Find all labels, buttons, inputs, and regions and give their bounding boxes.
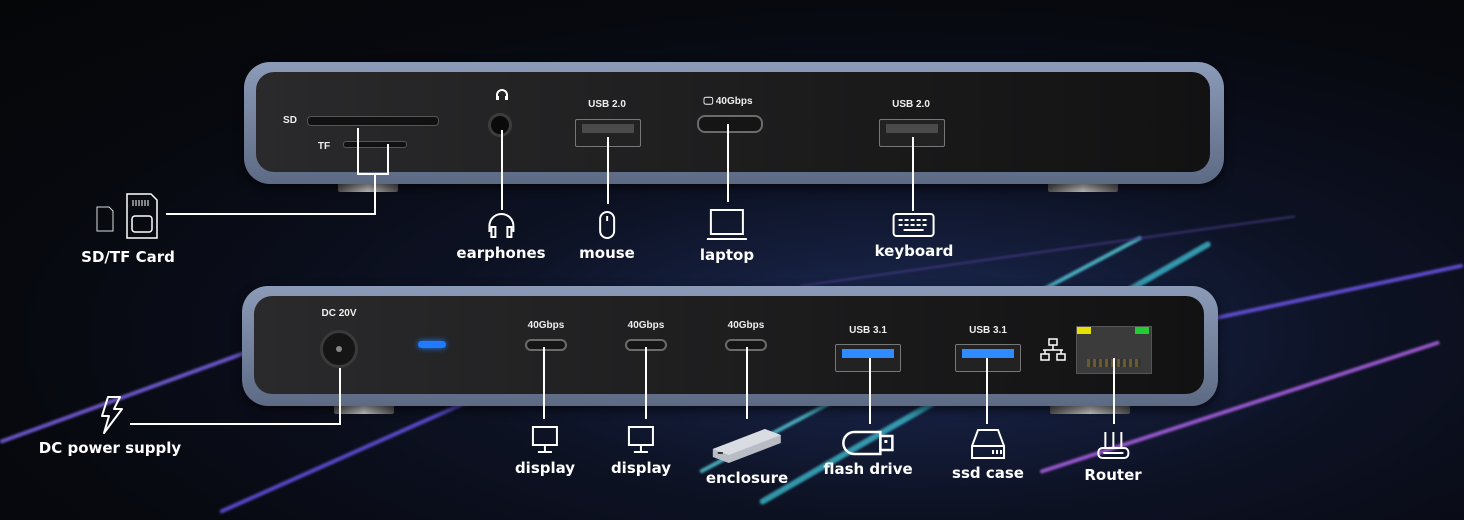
dc-power-device xyxy=(96,395,126,439)
connector-line xyxy=(746,347,748,419)
connector-line xyxy=(912,137,914,211)
ssd-icon xyxy=(971,429,1005,459)
usb-c-label: 40Gbps xyxy=(527,320,565,331)
connector-line xyxy=(387,144,389,174)
sdtf-card-caption-wrap: SD/TF Card xyxy=(81,248,175,266)
display-label: display xyxy=(610,459,672,477)
display-device-2: display xyxy=(611,425,671,477)
connector-line xyxy=(339,368,341,424)
earphones-device: earphones xyxy=(456,212,546,262)
ssd-case-device: ssd case xyxy=(952,428,1024,482)
network-icon xyxy=(1040,338,1066,361)
usb-c-port-top[interactable] xyxy=(697,115,763,133)
connector-line xyxy=(357,128,359,174)
keyboard-device: keyboard xyxy=(874,212,954,260)
router-device: Router xyxy=(1084,430,1142,484)
mouse-icon xyxy=(599,211,615,239)
connector-line xyxy=(1113,358,1115,424)
ethernet-led-green xyxy=(1135,327,1149,334)
connector-line xyxy=(869,358,871,424)
usb-3-port-1[interactable] xyxy=(835,344,901,372)
flash-drive-label: flash drive xyxy=(823,460,913,478)
tf-slot[interactable] xyxy=(343,141,407,148)
monitor-icon xyxy=(532,426,558,453)
usb-3-port-2[interactable] xyxy=(955,344,1021,372)
flash-drive-icon xyxy=(841,430,894,456)
ssd-case-label: ssd case xyxy=(952,464,1024,482)
mouse-label: mouse xyxy=(579,244,635,262)
thunderbolt-label: 🖵 40Gbps xyxy=(703,96,752,107)
connector-line xyxy=(645,347,647,419)
sd-card-icon xyxy=(96,193,158,239)
flash-drive-device: flash drive xyxy=(823,430,913,478)
connector-line xyxy=(166,213,376,215)
enclosure-device: enclosure xyxy=(706,425,788,487)
sdtf-card-device xyxy=(92,192,172,246)
keyboard-icon xyxy=(892,213,935,237)
connector-line xyxy=(607,137,609,204)
enclosure-label: enclosure xyxy=(705,469,789,487)
connector-line xyxy=(374,174,376,214)
laptop-device: laptop xyxy=(700,208,754,264)
headset-icon xyxy=(496,89,508,100)
power-led xyxy=(418,341,446,348)
usb-2-label: USB 2.0 xyxy=(588,99,626,110)
monitor-icon xyxy=(628,426,654,453)
display-device-1: display xyxy=(515,425,575,477)
tf-label: TF xyxy=(317,141,331,152)
connector-line xyxy=(130,423,341,425)
connector-line xyxy=(357,173,389,175)
sd-label: SD xyxy=(283,115,297,126)
earphones-label: earphones xyxy=(456,244,546,262)
laptop-icon xyxy=(707,209,747,240)
usb-2-label: USB 2.0 xyxy=(892,99,930,110)
router-icon xyxy=(1097,432,1129,459)
enclosure-icon xyxy=(713,429,781,463)
laptop-label: laptop xyxy=(699,246,755,264)
audio-jack[interactable] xyxy=(488,113,512,137)
dc-power-label: DC power supply xyxy=(38,439,182,457)
sd-slot[interactable] xyxy=(307,116,439,126)
connector-line xyxy=(986,358,988,424)
dc-port[interactable] xyxy=(320,330,358,368)
sdtf-card-label: SD/TF Card xyxy=(81,248,175,266)
router-label: Router xyxy=(1084,466,1142,484)
display-label: display xyxy=(514,459,576,477)
usb-c-port-1[interactable] xyxy=(525,339,567,351)
connector-line xyxy=(543,347,545,419)
usb-c-label: 40Gbps xyxy=(627,320,665,331)
monitor-icon: 🖵 xyxy=(703,96,714,107)
connector-line xyxy=(727,124,729,202)
usb-3-label: USB 3.1 xyxy=(969,325,1007,336)
keyboard-label: keyboard xyxy=(874,242,954,260)
mouse-device: mouse xyxy=(579,210,635,262)
lightning-bolt-icon xyxy=(101,396,123,434)
headphones-icon xyxy=(487,213,514,238)
ethernet-led-yellow xyxy=(1077,327,1091,334)
thunderbolt-speed: 40Gbps xyxy=(715,96,753,107)
dc-power-caption: DC power supply xyxy=(39,439,181,457)
connector-line xyxy=(501,130,503,210)
usb-3-label: USB 3.1 xyxy=(849,325,887,336)
usb-c-label: 40Gbps xyxy=(727,320,765,331)
dc-label: DC 20V xyxy=(321,308,357,319)
